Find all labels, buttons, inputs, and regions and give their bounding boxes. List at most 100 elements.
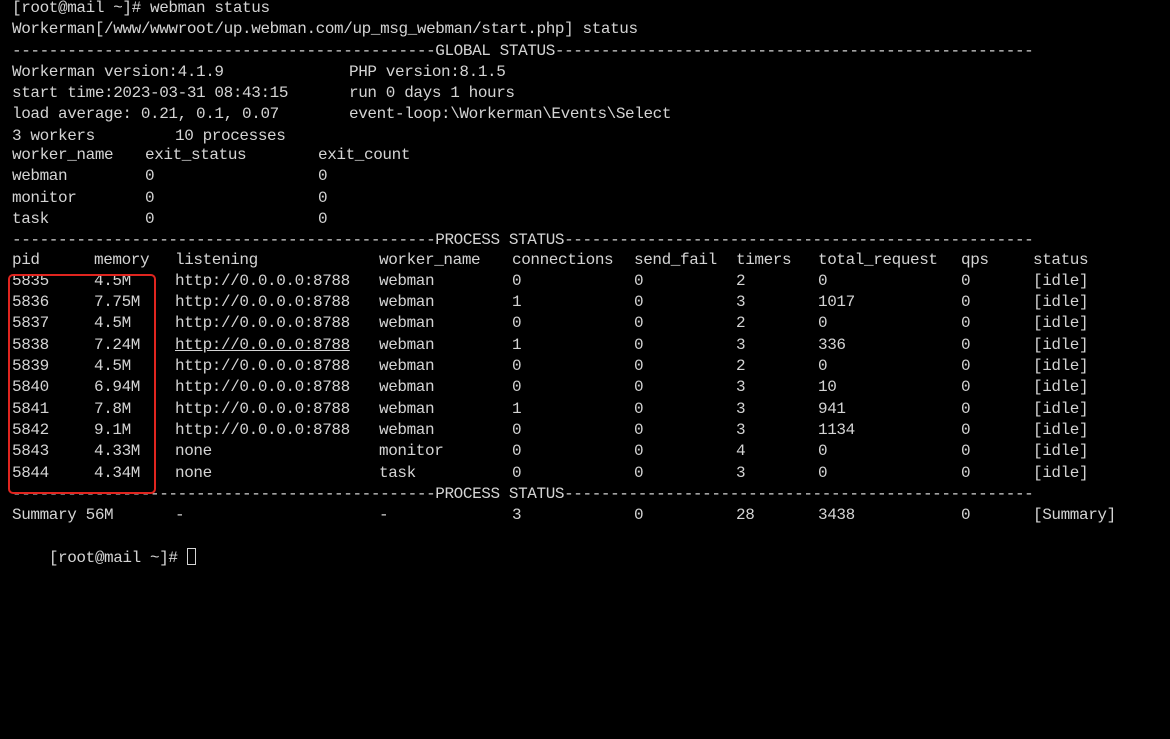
memory-cell: memory	[94, 250, 150, 269]
summary-total-request: 3438	[818, 506, 855, 525]
global-line-time: start time:2023-03-31 08:43:15 run 0 day…	[12, 83, 1170, 104]
connections-cell: 0	[512, 442, 522, 461]
start-time: start time:2023-03-31 08:43:15	[12, 84, 289, 103]
qps-cell: 0	[961, 378, 971, 397]
timers-cell: 2	[736, 271, 746, 290]
timers-cell: timers	[736, 250, 792, 269]
connections-cell: 0	[512, 463, 522, 482]
connections-cell: 1	[512, 335, 522, 354]
summary-connections: 3	[512, 506, 522, 525]
worker-name-cell: webman	[379, 357, 435, 376]
terminal-window[interactable]: [root@mail ~]# webman status Workerman[/…	[0, 0, 1170, 571]
status-cell: [idle]	[1033, 378, 1089, 397]
send-fail-cell: 0	[634, 420, 644, 439]
worker-table-row: monitor 0 0	[12, 188, 1170, 209]
status-cell: [idle]	[1033, 335, 1089, 354]
send-fail-cell: 0	[634, 335, 644, 354]
process-table-header: pid memory listening worker_name connections…	[12, 250, 1170, 271]
listening-cell: http://0.0.0.0:8788	[175, 271, 350, 290]
event-loop: event-loop:\Workerman\Events\Select	[349, 105, 672, 124]
highlight-box	[8, 274, 156, 494]
process-table: pid memory listening worker_name connections…	[12, 250, 1170, 484]
timers-cell: 3	[736, 399, 746, 418]
worker-name-cell: webman	[379, 335, 435, 354]
total-request-cell: 0	[818, 314, 828, 333]
qps-cell: 0	[961, 420, 971, 439]
connections-cell: 0	[512, 420, 522, 439]
global-line-version: Workerman version:4.1.9 PHP version:8.1.…	[12, 62, 1170, 83]
listening-cell: http://0.0.0.0:8788	[175, 314, 350, 333]
global-line-counts: 3 workers 10 processes	[12, 126, 1170, 147]
worker-name-cell: webman	[379, 293, 435, 312]
summary-worker-name: -	[379, 506, 389, 525]
total-request-cell: 10	[818, 378, 837, 397]
workerman-version: Workerman version:4.1.9	[12, 62, 224, 81]
worker-name-cell: webman	[379, 314, 435, 333]
connections-cell: 0	[512, 378, 522, 397]
worker-name-cell: monitor	[379, 442, 444, 461]
processes-count: 10 processes	[175, 126, 286, 145]
worker-name-cell: webman	[379, 399, 435, 418]
summary-timers: 28	[736, 506, 755, 525]
status-cell: [idle]	[1033, 314, 1089, 333]
pid-cell: pid	[12, 250, 40, 269]
summary-send-fail: 0	[634, 506, 644, 525]
listening-cell: http://0.0.0.0:8788	[175, 293, 350, 312]
worker-table: worker_name exit_status exit_count webman 0 0…	[12, 145, 1170, 230]
send-fail-cell: 0	[634, 442, 644, 461]
qps-cell: 0	[961, 357, 971, 376]
qps-cell: qps	[961, 250, 989, 269]
listening-cell: http://0.0.0.0:8788	[175, 335, 350, 354]
summary-row: Summary 56M - - 3 0 28 3438 0 [Summary]	[12, 505, 1170, 526]
worker-name-cell: webman	[379, 271, 435, 290]
worker-cell: webman	[12, 167, 68, 186]
total-request-cell: 941	[818, 399, 846, 418]
qps-cell: 0	[961, 271, 971, 290]
prompt-line[interactable]: [root@mail ~]#	[12, 526, 1170, 567]
summary-listening: -	[175, 506, 185, 525]
process-table-row: 5838 7.24M http://0.0.0.0:8788 webman 1 0 3 336…	[12, 335, 1170, 356]
send-fail-cell: 0	[634, 463, 644, 482]
qps-cell: 0	[961, 442, 971, 461]
listening-cell: none	[175, 463, 212, 482]
total-request-cell: 0	[818, 442, 828, 461]
worker-cell: 0	[145, 209, 155, 228]
total-request-cell: 1134	[818, 420, 855, 439]
worker-cell: worker_name	[12, 146, 114, 165]
listening-cell: none	[175, 442, 212, 461]
worker-name-cell: webman	[379, 420, 435, 439]
connections-cell: 0	[512, 314, 522, 333]
process-table-row: 5841 7.8M http://0.0.0.0:8788 webman 1 0 3 941 0…	[12, 399, 1170, 420]
worker-table-row: task 0 0	[12, 209, 1170, 230]
process-table-row: 5842 9.1M http://0.0.0.0:8788 webman 0 0 3 1134…	[12, 420, 1170, 441]
status-cell: [idle]	[1033, 399, 1089, 418]
total-request-cell: 0	[818, 357, 828, 376]
total-request-cell: 1017	[818, 293, 855, 312]
qps-cell: 0	[961, 399, 971, 418]
connections-cell: 0	[512, 357, 522, 376]
workers-count: 3 workers	[12, 126, 95, 145]
status-cell: status	[1033, 250, 1089, 269]
worker-cell: exit_status	[145, 146, 247, 165]
connections-cell: 1	[512, 293, 522, 312]
worker-cell: 0	[145, 167, 155, 186]
summary-qps: 0	[961, 506, 971, 525]
process-table-row: 5835 4.5M http://0.0.0.0:8788 webman 0 0 2 0 0 [i…	[12, 271, 1170, 292]
process-table-row: 5844 4.34M none task 0 0 3 0 0 [idle]	[12, 463, 1170, 484]
load-average: load average: 0.21, 0.1, 0.07	[12, 105, 279, 124]
listening-cell: http://0.0.0.0:8788	[175, 357, 350, 376]
worker-cell: 0	[145, 188, 155, 207]
total-request-cell: 0	[818, 271, 828, 290]
worker-table-header: worker_name exit_status exit_count	[12, 145, 1170, 166]
summary-label: Summary 56M	[12, 506, 114, 525]
status-cell: [idle]	[1033, 420, 1089, 439]
status-cell: [idle]	[1033, 357, 1089, 376]
worker-table-row: webman 0 0	[12, 166, 1170, 187]
command-line: [root@mail ~]# webman status	[12, 0, 270, 17]
worker-name-cell: worker_name	[379, 250, 481, 269]
qps-cell: 0	[961, 335, 971, 354]
status-cell: [idle]	[1033, 442, 1089, 461]
connections-cell: 1	[512, 399, 522, 418]
worker-cell: 0	[318, 209, 328, 228]
listening-cell: listening	[175, 250, 258, 269]
